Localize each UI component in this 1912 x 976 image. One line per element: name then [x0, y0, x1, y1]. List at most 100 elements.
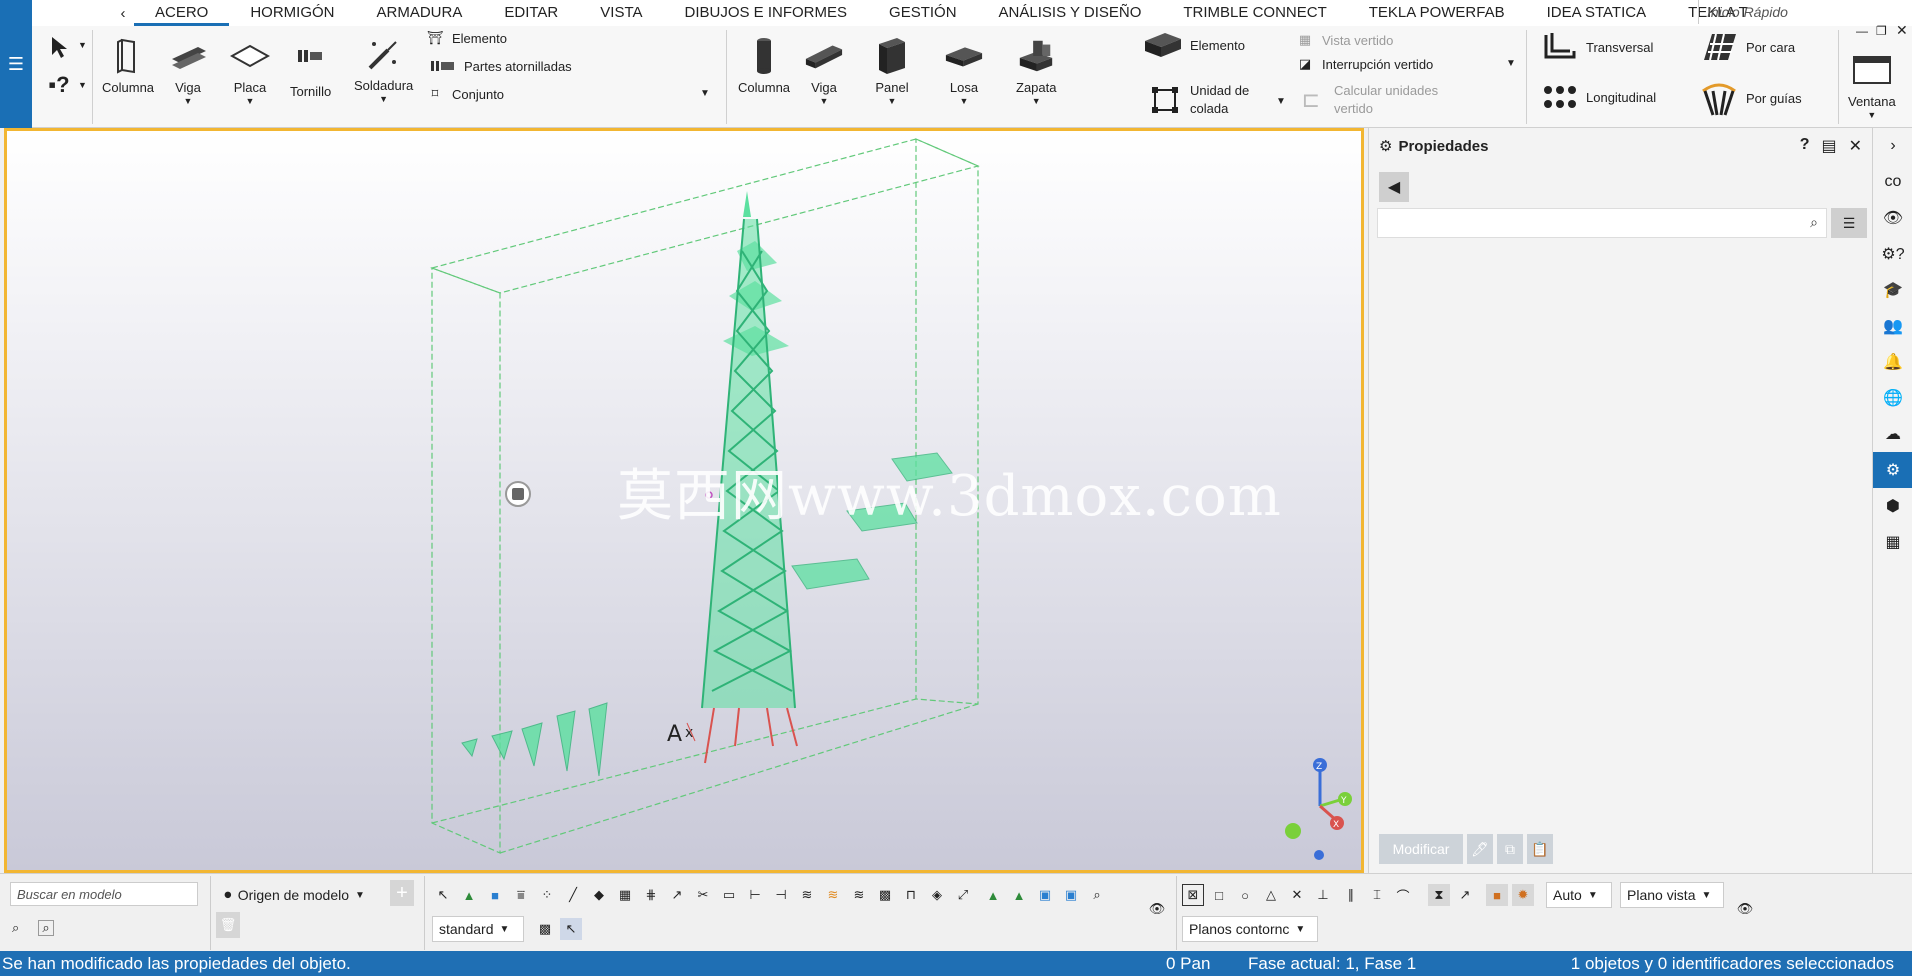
cube-icon[interactable]: ⬢ — [1873, 488, 1912, 524]
snap-dropdown-icon[interactable]: ▼ — [78, 80, 87, 90]
properties-filter-button[interactable]: ☰ — [1831, 208, 1867, 238]
select-reference-icon[interactable]: ↗ — [666, 884, 688, 906]
view-icon[interactable]: 👁 — [1873, 200, 1912, 236]
snap-reference-icon[interactable]: ⊠ — [1182, 884, 1204, 906]
select-measure-icon[interactable]: ⤢ — [952, 884, 974, 906]
select-tool-button[interactable] — [44, 32, 74, 62]
snap-tool-button[interactable]: ▪? — [44, 70, 74, 100]
select-pointer-icon[interactable]: ↖ — [560, 918, 582, 940]
pour-break-button[interactable]: ◪ Interrupción vertido — [1294, 54, 1433, 74]
notifications-icon[interactable]: 🔔 — [1873, 344, 1912, 380]
model-viewport[interactable]: A x Z Y X 莫西网www.3dmox.com — [4, 128, 1364, 873]
concrete-beam-button[interactable]: Viga ▼ — [804, 36, 844, 106]
tab-tekla-powerfab[interactable]: TEKLA POWERFAB — [1348, 0, 1526, 26]
select-weld-icon[interactable]: ◆ — [588, 884, 610, 906]
steel-weld-button[interactable]: Soldadura ▼ — [354, 34, 413, 104]
visibility-icon[interactable]: 👁 — [1146, 898, 1168, 920]
components-icon[interactable]: ▦ — [1873, 524, 1912, 560]
minimize-icon[interactable]: — — [1856, 24, 1868, 38]
learning-icon[interactable]: 🎓 — [1873, 272, 1912, 308]
snap-free-icon[interactable]: ↗ — [1454, 884, 1476, 906]
select-surface-icon[interactable]: ⩸ — [510, 884, 532, 906]
tab-editar[interactable]: EDITAR — [483, 0, 579, 26]
select-all-icon[interactable]: ↖ — [432, 884, 454, 906]
select-view-icon[interactable]: ▭ — [718, 884, 740, 906]
model-search-input[interactable]: Buscar en modelo — [10, 882, 198, 906]
add-origin-button[interactable]: + — [390, 880, 414, 906]
steel-more-dropdown-icon[interactable]: ▼ — [700, 88, 710, 99]
snap-circle-icon[interactable]: ○ — [1234, 884, 1256, 906]
snap-any-icon[interactable]: ⌒ — [1392, 884, 1414, 906]
snap-parallel-icon[interactable]: ∥ — [1340, 884, 1362, 906]
snap-3d-icon[interactable]: ✹ — [1512, 884, 1534, 906]
zoom-search-icon[interactable]: ⌕ — [38, 920, 54, 936]
pin-panel-icon[interactable]: ▤ — [1821, 136, 1836, 156]
concrete-more-dropdown-icon[interactable]: ▼ — [1276, 96, 1286, 107]
snap-visibility-icon[interactable]: 👁 — [1734, 898, 1756, 920]
select-dropdown-icon[interactable]: ▼ — [78, 40, 87, 50]
tab-vista[interactable]: VISTA — [579, 0, 663, 26]
copy-property-button[interactable]: ⧉ — [1497, 834, 1523, 864]
select-gridline-icon[interactable]: ⋕ — [640, 884, 662, 906]
snap-override-icon[interactable]: ⧗ — [1428, 884, 1450, 906]
rebar-by-guides-button[interactable]: Por guías — [1698, 78, 1802, 118]
select-grid-icon[interactable]: ▦ — [614, 884, 636, 906]
cloud-icon[interactable]: ☁ — [1873, 416, 1912, 452]
app-menu-button[interactable]: ☰ — [0, 0, 32, 128]
select-lines-icon[interactable]: ╱ — [562, 884, 584, 906]
concrete-column-button[interactable]: Columna — [738, 36, 790, 95]
steel-element-button[interactable]: ⛩ Elemento — [424, 28, 507, 48]
delete-origin-button[interactable]: 🗑 — [216, 912, 240, 938]
tab-trimble-connect[interactable]: TRIMBLE CONNECT — [1162, 0, 1347, 26]
filter-pattern-icon[interactable]: ▩ — [534, 918, 556, 940]
settings-help-icon[interactable]: ⚙? — [1873, 236, 1912, 272]
concrete-element-button[interactable]: Elemento — [1142, 30, 1245, 60]
restore-icon[interactable]: ❐ — [1876, 24, 1887, 38]
pour-break-dropdown-icon[interactable]: ▼ — [1506, 58, 1516, 69]
select-component-icon[interactable]: ▲ — [458, 884, 480, 906]
concrete-panel-button[interactable]: Panel ▼ — [872, 36, 912, 106]
steel-beam-button[interactable]: Viga ▼ — [168, 36, 208, 106]
back-button[interactable]: ◀ — [1379, 172, 1409, 202]
view-plane-dropdown[interactable]: Plano vista ▼ — [1620, 882, 1724, 908]
users-icon[interactable]: 👥 — [1873, 308, 1912, 344]
concrete-slab-button[interactable]: Losa ▼ — [944, 36, 984, 106]
rebar-transversal-button[interactable]: Transversal — [1540, 30, 1653, 64]
tab-gestion[interactable]: GESTIÓN — [868, 0, 978, 26]
tabs-scroll-left-icon[interactable]: ‹ — [112, 5, 134, 22]
status-phase[interactable]: Fase actual: 1, Fase 1 — [1248, 954, 1416, 974]
select-single-bolt-icon[interactable]: ⊣ — [770, 884, 792, 906]
modify-button[interactable]: Modificar — [1379, 834, 1463, 864]
steel-bolt-button[interactable]: Tornillo — [290, 36, 331, 99]
snap-plane-icon[interactable]: ■ — [1486, 884, 1508, 906]
select-nested-icon[interactable]: ▣ — [1060, 884, 1082, 906]
tab-acero[interactable]: ACERO — [134, 0, 230, 26]
select-object-in-component-icon[interactable]: ▲ — [1008, 884, 1030, 906]
select-cut-icon[interactable]: ✂ — [692, 884, 714, 906]
snap-geometry-icon[interactable]: □ — [1208, 884, 1230, 906]
select-filter-icon[interactable]: ⌕ — [1086, 884, 1108, 906]
close-window-icon[interactable]: ✕ — [1896, 22, 1908, 39]
select-assembly-nested-icon[interactable]: ▣ — [1034, 884, 1056, 906]
select-pour-icon[interactable]: ◈ — [926, 884, 948, 906]
tab-idea-statica[interactable]: IDEA STATICA — [1526, 0, 1667, 26]
assembly-button[interactable]: ⌑ Conjunto — [424, 84, 504, 104]
selection-filter-dropdown[interactable]: standard ▼ — [432, 916, 524, 942]
tab-armadura[interactable]: ARMADURA — [356, 0, 484, 26]
select-rebar-set-icon[interactable]: ≋ — [822, 884, 844, 906]
collapse-panel-icon[interactable]: › — [1873, 128, 1912, 164]
properties-search-input[interactable]: ⌕ — [1377, 208, 1827, 238]
select-rebar-icon[interactable]: ≋ — [796, 884, 818, 906]
help-icon[interactable]: ? — [1800, 136, 1810, 156]
rebar-longitudinal-button[interactable]: Longitudinal — [1540, 82, 1656, 112]
steel-plate-button[interactable]: Placa ▼ — [230, 36, 270, 106]
tab-dibujos[interactable]: DIBUJOS E INFORMES — [664, 0, 869, 26]
rebar-by-face-button[interactable]: Por cara — [1698, 28, 1795, 66]
snap-intersection-icon[interactable]: ✕ — [1286, 884, 1308, 906]
cast-unit-button[interactable]: Unidad de colada — [1146, 82, 1249, 118]
tab-hormigon[interactable]: HORMIGÓN — [229, 0, 355, 26]
object-browser-icon[interactable]: co — [1873, 164, 1912, 200]
snap-midpoint-icon[interactable]: △ — [1260, 884, 1282, 906]
model-origin-dropdown[interactable]: ⚫ Origen de modelo ▼ — [216, 882, 384, 908]
paste-property-button[interactable]: 📋 — [1527, 834, 1553, 864]
